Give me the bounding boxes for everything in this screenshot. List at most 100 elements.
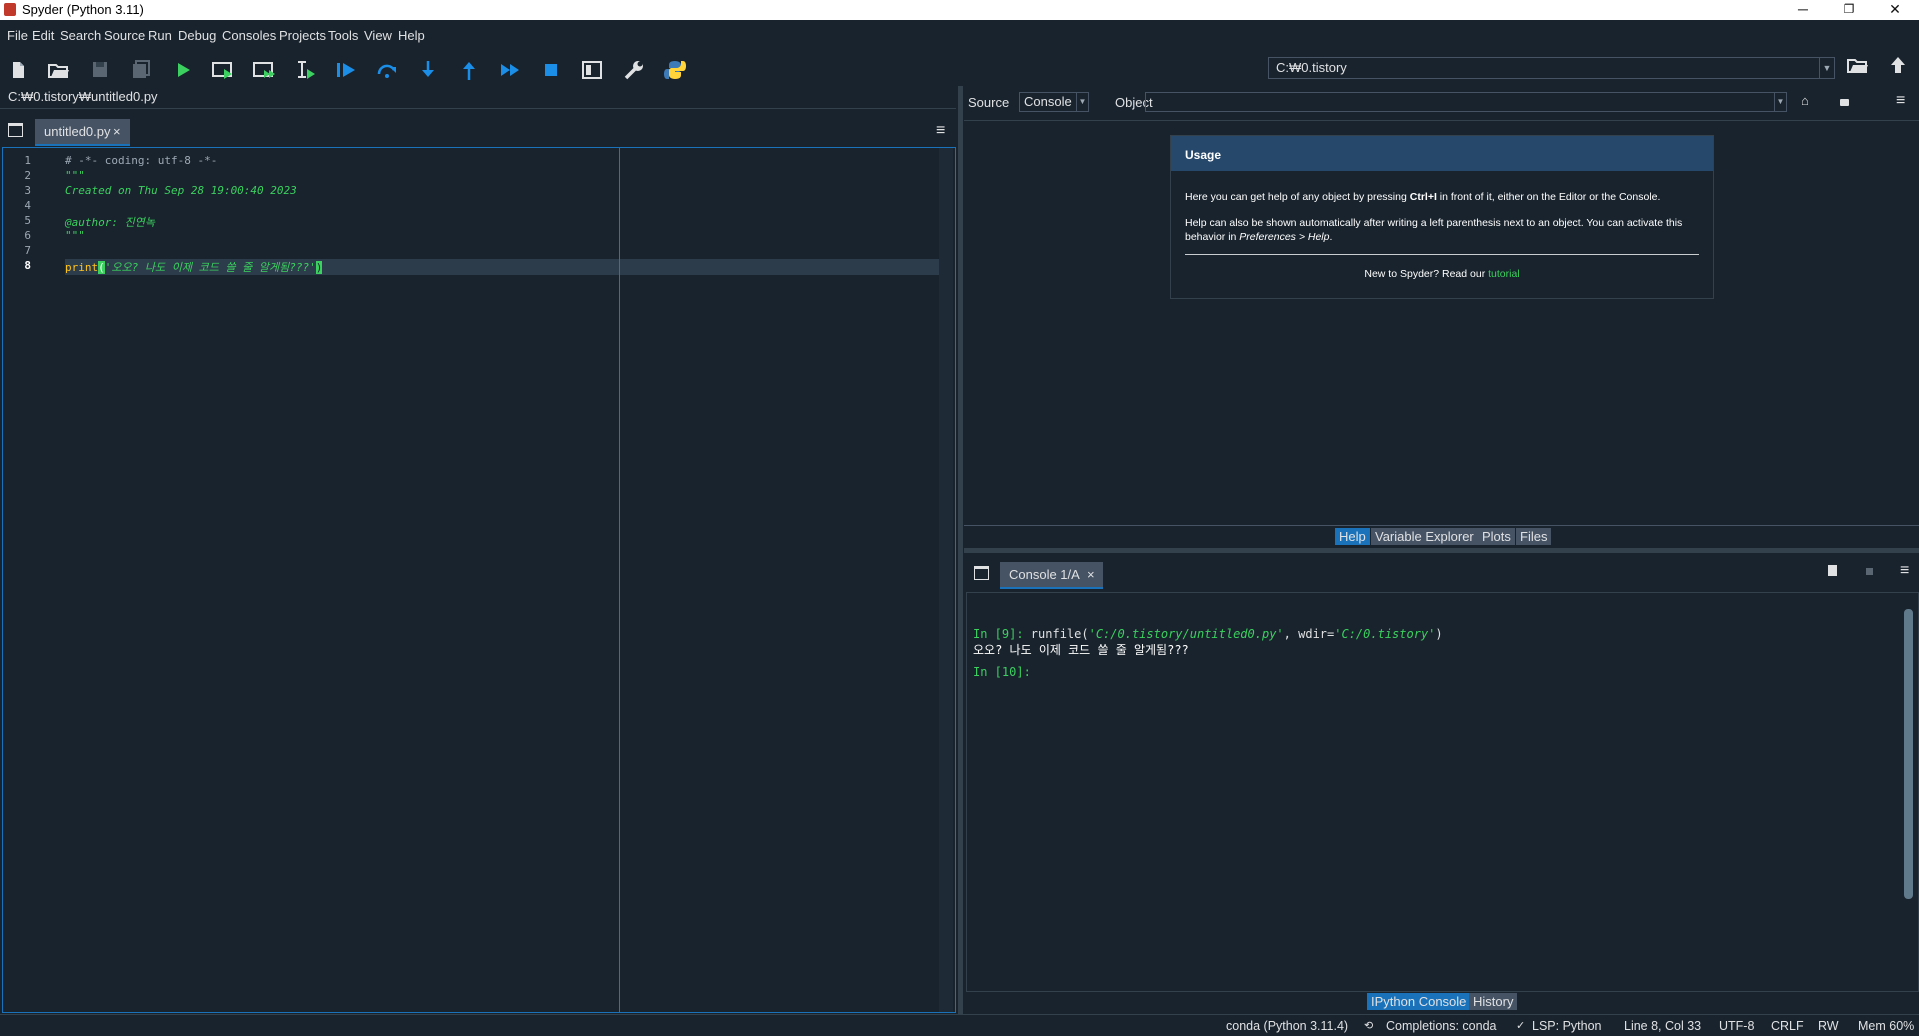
edge-line — [619, 148, 620, 1012]
close-icon[interactable]: × — [1087, 567, 1095, 582]
restore-button[interactable]: ❐ — [1826, 0, 1872, 20]
usage-text: Here you can get help of any object by p… — [1185, 191, 1410, 203]
chevron-down-icon[interactable]: ▼ — [1819, 58, 1834, 78]
code-line-comment: # -*- coding: utf-8 -*- — [65, 154, 218, 167]
run-cell-icon[interactable] — [211, 59, 235, 81]
browse-tabs-icon[interactable] — [974, 566, 989, 580]
working-directory-value: C:₩0.tistory — [1276, 60, 1347, 75]
chevron-down-icon[interactable]: ▼ — [1774, 93, 1786, 111]
close-icon[interactable]: × — [113, 124, 121, 139]
menu-tools[interactable]: Tools — [328, 28, 358, 43]
menu-edit[interactable]: Edit — [32, 28, 54, 43]
status-completions: Completions: conda — [1386, 1019, 1497, 1033]
run-selection-icon[interactable] — [293, 59, 317, 81]
console-scrollbar[interactable] — [1902, 595, 1914, 987]
tutorial-line: New to Spyder? Read our tutorial — [1171, 268, 1713, 280]
usage-paragraph-1: Here you can get help of any object by p… — [1185, 190, 1700, 204]
check-icon: ✓ — [1516, 1020, 1526, 1032]
help-pane-tabs: Help Variable Explorer Plots Files — [964, 525, 1919, 546]
close-button[interactable]: ✕ — [1872, 0, 1918, 20]
builtin-print: print — [65, 261, 99, 274]
line-number: 4 — [24, 199, 31, 212]
usage-text: in front of it, either on the Editor or … — [1436, 191, 1661, 203]
working-directory-combo[interactable]: C:₩0.tistory ▼ — [1268, 57, 1835, 79]
menu-debug[interactable]: Debug — [178, 28, 216, 43]
hamburger-menu-icon[interactable]: ≡ — [1900, 562, 1909, 580]
tutorial-link[interactable]: tutorial — [1488, 268, 1520, 280]
line-number: 2 — [24, 169, 31, 182]
object-input[interactable]: ▼ — [1145, 92, 1787, 112]
debug-stop-icon[interactable] — [539, 59, 563, 81]
stop-icon[interactable] — [1866, 568, 1873, 575]
menu-consoles[interactable]: Consoles — [222, 28, 276, 43]
line-number: 1 — [24, 154, 31, 167]
status-rw: RW — [1818, 1019, 1839, 1033]
new-file-icon[interactable] — [6, 59, 30, 81]
status-memory: Mem 60% — [1858, 1019, 1915, 1033]
debug-continue-icon[interactable] — [498, 59, 522, 81]
tutorial-text: New to Spyder? Read our — [1364, 268, 1489, 280]
window-title: Spyder (Python 3.11) — [22, 2, 144, 17]
minimize-button[interactable]: ─ — [1780, 0, 1826, 20]
editor-file-path: C:₩0.tistory₩untitled0.py — [8, 89, 158, 104]
status-eol: CRLF — [1771, 1019, 1804, 1033]
tab-label: untitled0.py — [44, 124, 111, 139]
usage-text: . — [1329, 231, 1333, 243]
menu-search[interactable]: Search — [60, 28, 101, 43]
usage-paragraph-2: Help can also be shown automatically aft… — [1185, 216, 1700, 244]
divider — [1185, 254, 1699, 255]
console-code: ) — [1435, 627, 1443, 641]
code-area[interactable]: # -*- coding: utf-8 -*- """ Created on T… — [65, 148, 935, 1012]
editor-scrollbar[interactable] — [939, 148, 953, 1012]
menu-help[interactable]: Help — [398, 28, 425, 43]
debug-step-into-icon[interactable] — [416, 59, 440, 81]
run-icon[interactable] — [171, 59, 195, 81]
lock-icon[interactable] — [1840, 99, 1849, 106]
python-path-icon[interactable] — [663, 59, 687, 81]
tab-console-1a[interactable]: Console 1/A × — [1000, 562, 1103, 589]
source-value: Console — [1024, 94, 1072, 109]
tab-files[interactable]: Files — [1516, 528, 1552, 545]
tab-ipython-console[interactable]: IPython Console — [1367, 993, 1471, 1010]
menu-view[interactable]: View — [364, 28, 392, 43]
tab-untitled0[interactable]: untitled0.py × — [35, 119, 130, 146]
maximize-pane-icon[interactable] — [580, 59, 604, 81]
spyder-app-icon — [4, 3, 16, 16]
menu-file[interactable]: File — [7, 28, 28, 43]
ipython-console[interactable]: In [9]: runfile('C:/0.tistory/untitled0.… — [966, 592, 1919, 992]
trash-icon[interactable] — [1828, 565, 1837, 576]
menu-source[interactable]: Source — [104, 28, 145, 43]
run-cell-advance-icon[interactable] — [252, 59, 276, 81]
tab-help[interactable]: Help — [1335, 528, 1370, 545]
tab-plots[interactable]: Plots — [1478, 528, 1515, 545]
save-icon[interactable] — [88, 59, 112, 81]
browse-folder-icon[interactable] — [1845, 54, 1869, 76]
menu-run[interactable]: Run — [148, 28, 172, 43]
debug-icon[interactable] — [334, 59, 358, 81]
usage-title: Usage — [1185, 148, 1222, 162]
status-environment[interactable]: conda (Python 3.11.4) — [1226, 1019, 1348, 1033]
horizontal-splitter[interactable] — [964, 548, 1919, 553]
save-all-icon[interactable] — [129, 59, 153, 81]
debug-step-over-icon[interactable] — [375, 59, 399, 81]
debug-step-return-icon[interactable] — [457, 59, 481, 81]
menu-bar: File Edit Search Source Run Debug Consol… — [0, 20, 1919, 50]
preferences-icon[interactable] — [622, 59, 646, 81]
source-select[interactable]: Console ▼ — [1019, 92, 1089, 112]
hamburger-menu-icon[interactable]: ≡ — [936, 122, 945, 140]
parent-directory-icon[interactable] — [1886, 54, 1910, 76]
scrollbar-thumb[interactable] — [1904, 609, 1913, 899]
open-file-icon[interactable] — [46, 59, 70, 81]
browse-tabs-icon[interactable] — [8, 123, 23, 137]
preferences-path: Preferences > Help — [1239, 231, 1330, 243]
vertical-splitter[interactable] — [958, 86, 963, 1014]
code-line-docstring: Created on Thu Sep 28 19:00:40 2023 — [65, 184, 297, 197]
tab-history[interactable]: History — [1469, 993, 1518, 1010]
tab-variable-explorer[interactable]: Variable Explorer — [1371, 528, 1478, 545]
menu-projects[interactable]: Projects — [279, 28, 326, 43]
home-icon[interactable]: ⌂ — [1801, 93, 1809, 108]
hamburger-menu-icon[interactable]: ≡ — [1896, 92, 1905, 110]
code-editor[interactable]: 1 2 3 4 5 6 7 8 # -*- coding: utf-8 -*- … — [2, 147, 956, 1013]
chevron-down-icon[interactable]: ▼ — [1076, 93, 1088, 111]
string-literal: '오오? 나도 이제 코드 쓸 줄 알게됨???' — [104, 261, 316, 274]
